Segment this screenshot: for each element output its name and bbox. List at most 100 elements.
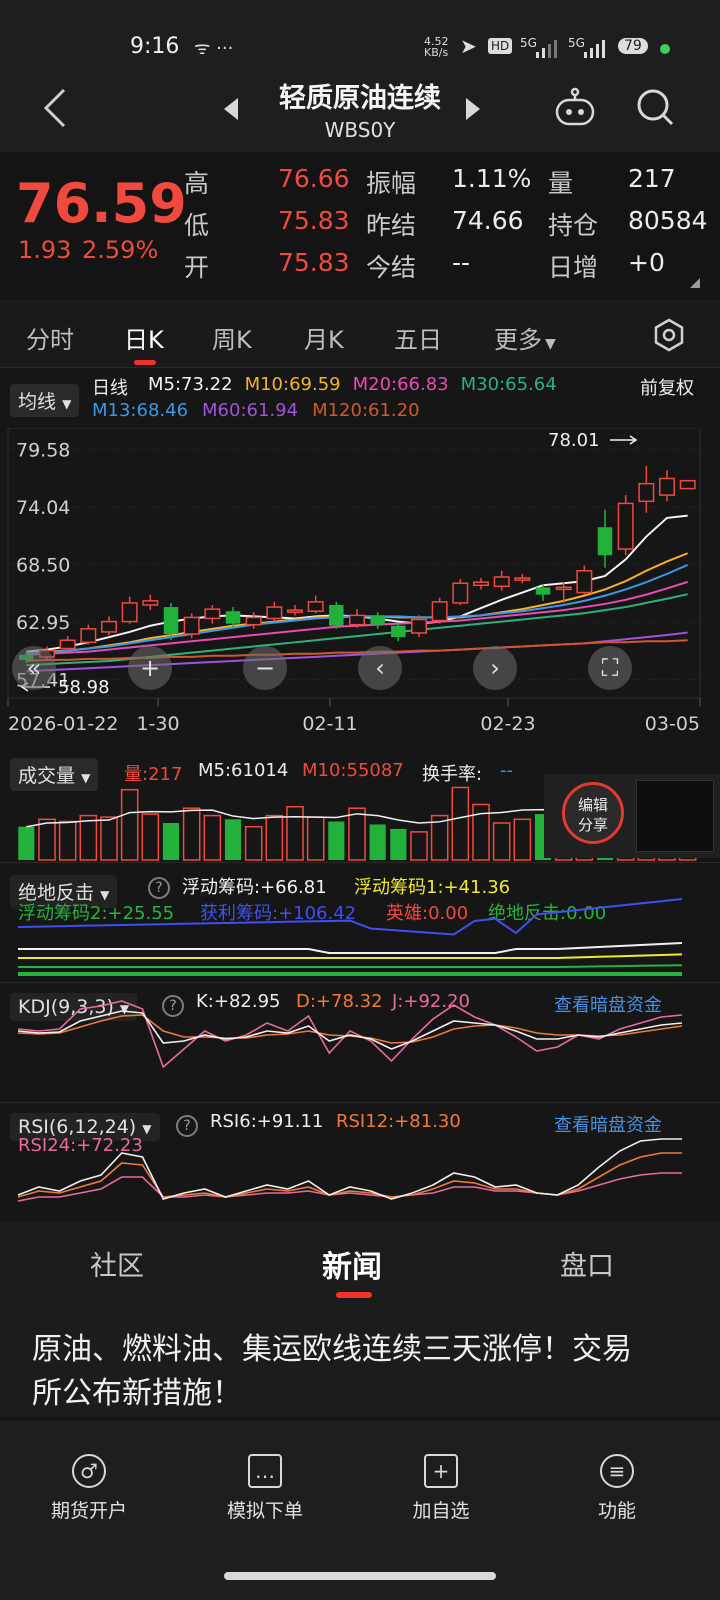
candle [493,570,510,591]
nav-add-watchlist[interactable]: + 加自选 [376,1454,506,1523]
candle-body [617,502,634,550]
robot-assistant-icon[interactable] [554,84,596,132]
y-tick-label: 74.04 [16,497,70,519]
candle-body [535,587,551,595]
volume-bar [369,824,386,860]
candle [597,509,613,568]
quote-label: 振幅 [366,169,417,198]
adjustment-label[interactable]: 前复权 [640,374,694,400]
candle [101,616,117,636]
news-item[interactable]: 原油、燃料油、集运欧线连续三天涨停！交易所公布新措施！ [0,1302,720,1417]
title-bar: 轻质原油连续 WBS0Y [0,70,720,152]
tab-intraday[interactable]: 分时 [26,320,74,355]
quote-value: 75.83 [278,248,350,277]
volume-bar [306,816,325,861]
status-bar: 9:16 ᯤ ··· 4.52 KB/s ➤ HD 5G 5G 79 [0,0,720,70]
next-contract-icon[interactable] [466,98,482,124]
tab-monthly-k[interactable]: 月K [304,320,344,355]
volume-panel: 成交量 ▼ 量:217 M5:61014 M10:55087 换手率: -- 编… [0,750,720,862]
candle [679,479,696,490]
tab-weekly-k[interactable]: 周K [212,320,252,355]
ma-value: M5:73.22 [148,374,233,395]
nav-simulated-order[interactable]: … 模拟下单 [200,1454,330,1523]
volume-bar [79,814,98,861]
tab-five-day[interactable]: 五日 [394,320,442,355]
zoom-in-button[interactable]: + [128,646,172,690]
candle [307,595,324,614]
ma-dropdown[interactable]: 均线 ▼ [10,384,80,417]
candle-body [431,601,448,622]
kline-chart[interactable]: 79.5874.0468.5062.9557.4178.0158.982026-… [0,428,720,750]
ma-values-row2: M13:68.46 M60:61.94 M120:61.20 [92,400,434,421]
candle-body [266,606,283,620]
caret-down-icon: ▼ [545,336,556,352]
y-tick-label: 62.95 [16,612,70,634]
contract-code: WBS0Y [324,118,396,142]
tab-daily-k[interactable]: 日K [124,320,164,355]
candle-body [142,600,159,606]
volume-bar [38,818,56,861]
quote-value: 217 [628,164,676,193]
chip-indicator-panel: 绝地反击 ▼ ? 浮动筹码:+66.81 浮动筹码1:+41.36 浮动筹码2:… [0,862,720,982]
rsi-chart [17,1138,682,1202]
fullscreen-button[interactable]: ⛶ [588,646,632,690]
news-headline[interactable]: 原油、燃料油、集运欧线连续三天涨停！交易所公布新措施！ [32,1328,652,1416]
quote-value: 75.83 [278,206,350,235]
chip-chart [17,898,683,976]
volume-bar [182,807,201,861]
quote-label: 低 [184,211,210,240]
scroll-left-fast-button[interactable]: « [12,646,56,690]
candle [391,622,406,642]
candle [617,495,634,556]
tab-news[interactable]: 新闻 [322,1242,382,1286]
y-tick-label: 79.58 [16,440,70,462]
candle-body [391,625,406,638]
quote-value: 74.66 [452,206,524,235]
zoom-out-button[interactable]: − [243,646,287,690]
volume-bar [224,819,242,860]
ma-period-type: 日线 [92,378,128,399]
candle-body [411,618,427,634]
nav-label: 模拟下单 [226,1500,303,1522]
candle [452,579,469,605]
kdj-j-line [17,1000,683,1069]
home-indicator[interactable] [224,1572,496,1580]
tab-order-book[interactable]: 盘口 [560,1244,614,1283]
candle-body [225,611,241,624]
candle-body [576,570,593,594]
nav-functions[interactable]: ≡ 功能 [552,1454,682,1523]
nav-label: 期货开户 [50,1500,127,1522]
tab-more[interactable]: 更多 ▼ [494,320,556,355]
candle [370,612,385,629]
scroll-left-button[interactable]: ‹ [358,646,402,690]
tab-community[interactable]: 社区 [90,1244,144,1283]
quote-label: 高 [184,169,210,198]
scroll-right-button[interactable]: › [473,646,517,690]
candle-body [307,601,324,612]
volume-bar [18,826,35,860]
share-preview[interactable]: 编辑 分享 [544,774,720,858]
edit-share-button[interactable]: 编辑 分享 [562,782,624,844]
caret-down-icon: ▼ [62,397,72,411]
x-tick-label: 03-05 [645,713,700,735]
price-change: 1.93 [18,236,72,264]
candle-body [555,586,572,591]
plus-box-icon: + [424,1454,458,1488]
expand-corner-icon[interactable] [690,278,700,288]
ma-value: M13:68.46 [92,400,189,421]
net-speed: 4.52 KB/s [424,35,449,59]
volume-bar [348,807,366,861]
nav-futures-account[interactable]: ♂ 期货开户 [24,1454,154,1523]
chip-float-line [18,942,683,954]
news-tabs: 社区 新闻 盘口 [0,1222,720,1302]
max-price-label: 78.01 [548,430,600,451]
ma-value: M10:69.59 [244,374,341,395]
chart-period-tabs: 分时 日K 周K 月K 五日 更多 ▼ [0,300,720,368]
search-icon[interactable] [636,88,676,132]
quote-value: 1.11% [452,164,532,193]
ma-value: M20:66.83 [352,374,449,395]
settings-hexagon-icon[interactable] [652,318,686,356]
candle-body [204,608,221,620]
volume-bar [162,823,180,860]
signal-bars-icon-2 [584,40,610,62]
